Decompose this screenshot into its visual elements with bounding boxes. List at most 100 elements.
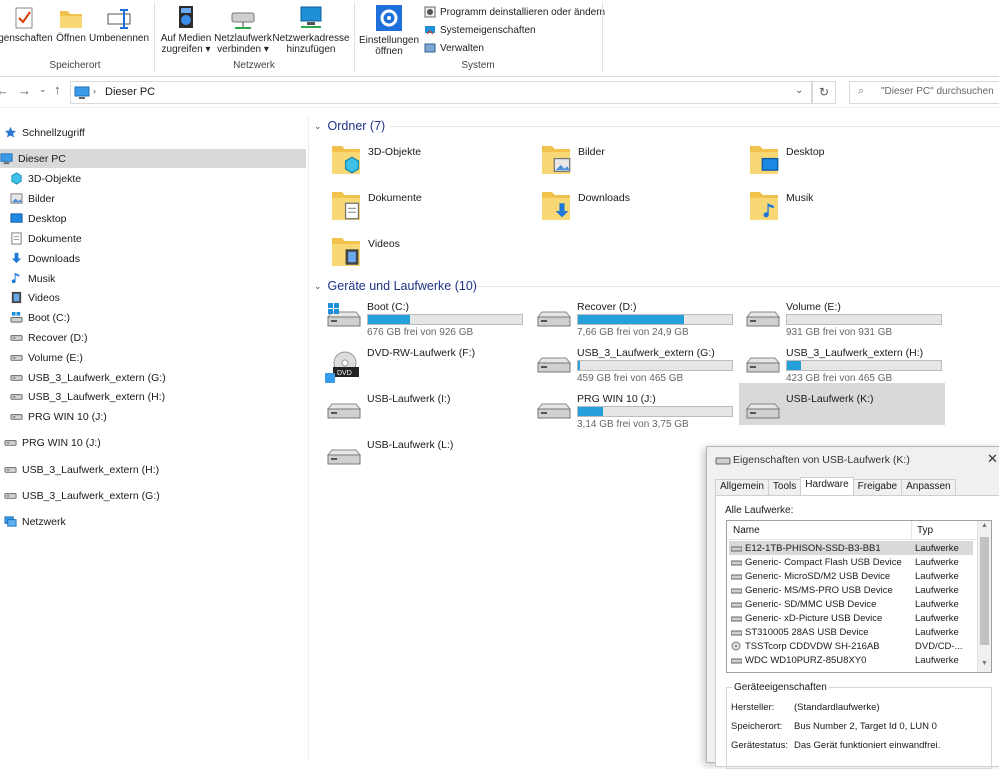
drive-tile[interactable]: USB-Laufwerk (I:) [325,391,525,431]
sidebar-item[interactable]: PRG WIN 10 (J:) [4,433,101,452]
folders-section-header[interactable]: ⌄ Ordner (7) [314,119,385,133]
list-scrollbar[interactable]: ▲ ▼ [977,521,991,672]
sidebar-item[interactable]: 3D-Objekte [10,169,81,188]
sidebar-item[interactable]: Boot (C:) [10,308,70,327]
drive-tile[interactable]: DVD DVD-RW-Laufwerk (F:) [325,345,525,385]
address-dropdown-chevron-icon[interactable]: ⌄ [795,85,803,96]
drive-tile[interactable]: USB-Laufwerk (L:) [325,437,525,477]
column-header-name[interactable]: Name [733,525,760,536]
table-row[interactable]: Generic- SD/MMC USB Device Laufwerke [729,597,973,611]
folder-tile[interactable]: Videos [330,234,400,268]
breadcrumb-chevron-icon: › [93,86,96,96]
tab-general[interactable]: Allgemein [715,479,769,496]
scroll-down-icon[interactable]: ▼ [981,660,988,667]
sidebar-item[interactable]: Schnellzugriff [4,123,85,142]
sidebar-item[interactable]: Musik [10,269,55,288]
sidebar-item[interactable]: USB_3_Laufwerk_extern (H:) [4,460,159,479]
uninstall-program-item[interactable]: Programm deinstallieren oder ändern [424,6,605,18]
usb-drive-icon [715,457,731,465]
sidebar-item[interactable]: Videos [10,288,60,307]
tab-tools[interactable]: Tools [767,479,802,496]
drive-tile[interactable]: USB-Laufwerk (K:) [739,383,945,425]
scrollbar-thumb[interactable] [980,537,989,645]
table-row[interactable]: Generic- MS/MS-PRO USB Device Laufwerke [729,583,973,597]
drives-section-header[interactable]: ⌄ Geräte und Laufwerke (10) [314,279,477,293]
all-drives-label: Alle Laufwerke: [725,505,794,516]
drive-tile[interactable]: USB_3_Laufwerk_extern (G:) 459 GB frei vo… [535,345,735,385]
search-icon: ⌕ [858,85,865,97]
star-icon [4,126,17,139]
drive-free-space: 931 GB frei von 931 GB [786,327,893,338]
drive-icon [4,463,17,476]
drive-icon [535,349,573,382]
tab-hardware[interactable]: Hardware [800,477,854,496]
drive-icon [10,410,23,423]
folder-tile[interactable]: Desktop [748,142,825,176]
sidebar-item[interactable]: Dieser PC [0,149,306,168]
folder-tile[interactable]: Dokumente [330,188,422,222]
sidebar-item[interactable]: USB_3_Laufwerk_extern (G:) [10,368,166,387]
tab-sharing[interactable]: Freigabe [852,479,903,496]
sidebar-item-label: 3D-Objekte [28,172,82,185]
column-header-type[interactable]: Typ [917,525,933,536]
add-network-location-button[interactable]: Netzwerkadresse hinzufügen [272,4,350,55]
sidebar-item[interactable]: USB_3_Laufwerk_extern (H:) [10,387,165,406]
open-settings-button[interactable]: Einstellungen öffnen [357,4,421,57]
prop-key-location: Speicherort: [731,721,783,732]
drive-icon [10,390,23,403]
map-network-drive-button[interactable]: Netzlaufwerk verbinden ▾ [214,4,272,55]
scroll-up-icon[interactable]: ▲ [981,522,988,529]
folder-tile[interactable]: Bilder [540,142,605,176]
properties-button[interactable]: igenschaften [0,6,53,44]
table-row[interactable]: ST310005 28AS USB Device Laufwerke [729,625,973,639]
sidebar-item[interactable]: Bilder [10,189,55,208]
refresh-icon[interactable]: ↻ [812,81,836,104]
table-row[interactable]: Generic- xD-Picture USB Device Laufwerke [729,611,973,625]
folders-header-label: Ordner (7) [327,119,386,133]
settings-label1: Einstellungen [358,35,420,46]
sidebar-item[interactable]: Volume (E:) [10,348,83,367]
tab-customize[interactable]: Anpassen [901,479,956,496]
drive-name: Volume (E:) [786,301,841,313]
sidebar-item-label: USB_3_Laufwerk_extern (H:) [22,463,160,476]
open-button[interactable]: Öffnen [54,6,88,44]
forward-arrow-icon[interactable]: → [18,83,31,98]
table-row[interactable]: TSSTcorp CDDVDW SH-216AB DVD/CD-... [729,639,973,653]
up-arrow-icon[interactable]: ↑ [54,82,61,97]
sidebar-item[interactable]: Dokumente [10,229,82,248]
sidebar-item-label: PRG WIN 10 (J:) [28,410,107,423]
sidebar-item[interactable]: USB_3_Laufwerk_extern (G:) [4,486,160,505]
sidebar-item[interactable]: Netzwerk [4,512,66,531]
folder-icon [330,188,362,222]
table-row[interactable]: WDC WD10PURZ-85U8XY0 Laufwerke [729,653,973,667]
system-properties-item[interactable]: Systemeigenschaften [424,24,536,36]
drive-tile[interactable]: Boot (C:) 676 GB frei von 926 GB [325,299,525,339]
folder-tile[interactable]: Downloads [540,188,630,222]
row-type: DVD/CD-... [915,640,963,652]
drive-tile[interactable]: USB_3_Laufwerk_extern (H:) 423 GB frei vo… [744,345,944,385]
folder-tile[interactable]: Musik [748,188,813,222]
drive-tile[interactable]: PRG WIN 10 (J:) 3,14 GB frei von 3,75 GB [535,391,735,431]
sidebar-item[interactable]: Desktop [10,209,67,228]
drives-list[interactable]: Name Typ E12-1TB-PHISON-SSD-B3-BB1 Laufwe… [726,520,992,673]
folder-tile[interactable]: 3D-Objekte [330,142,421,176]
table-row[interactable]: E12-1TB-PHISON-SSD-B3-BB1 Laufwerke [729,541,973,555]
manage-item[interactable]: Verwalten [424,42,484,54]
recent-locations-chevron-icon[interactable]: ⌄ [39,84,47,95]
drive-tile[interactable]: Recover (D:) 7,66 GB frei von 24,9 GB [535,299,735,339]
close-icon[interactable]: ✕ [987,451,998,467]
address-bar[interactable]: › Dieser PC ⌄ [70,81,812,104]
folder-icon [330,234,362,268]
sidebar-item[interactable]: PRG WIN 10 (J:) [10,407,107,426]
rename-button[interactable]: Umbenennen [88,6,150,44]
settings-gear-icon [376,5,402,31]
sidebar-item[interactable]: Downloads [10,249,80,268]
row-name: E12-1TB-PHISON-SSD-B3-BB1 [745,542,881,554]
sidebar-item[interactable]: Recover (D:) [10,328,88,347]
table-row[interactable]: Generic- MicroSD/M2 USB Device Laufwerke [729,569,973,583]
back-arrow-icon[interactable]: ← [0,83,9,98]
drive-tile[interactable]: Volume (E:) 931 GB frei von 931 GB [744,299,944,339]
table-row[interactable]: Generic- Compact Flash USB Device Laufwer… [729,555,973,569]
access-media-button[interactable]: Auf Medien zugreifen ▾ [158,4,214,55]
search-input[interactable]: ⌕ "Dieser PC" durchsuchen [849,81,999,104]
